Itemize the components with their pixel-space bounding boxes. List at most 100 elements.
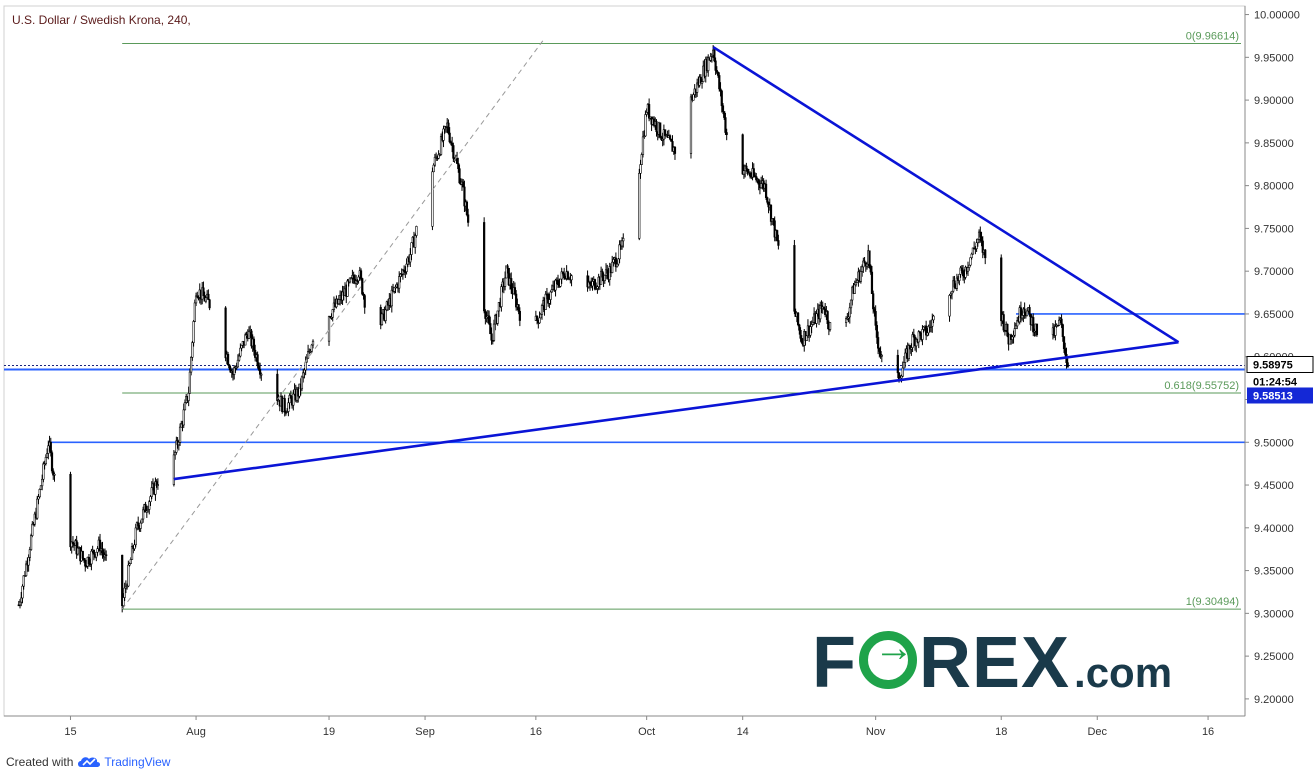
candle-body bbox=[664, 129, 667, 136]
candle-body bbox=[510, 278, 513, 289]
candle-body bbox=[617, 258, 620, 265]
candle-body bbox=[793, 245, 796, 312]
candle-body bbox=[848, 307, 851, 318]
candle-body bbox=[764, 183, 768, 198]
candle-body bbox=[593, 279, 597, 290]
candle-body bbox=[1011, 336, 1014, 340]
candle-body bbox=[451, 142, 454, 146]
x-tick-label: 15 bbox=[64, 726, 76, 738]
candle-body bbox=[442, 128, 445, 141]
candle-body bbox=[36, 498, 39, 519]
candle-body bbox=[496, 310, 499, 324]
candle-body bbox=[606, 269, 609, 274]
candle-body bbox=[622, 238, 625, 242]
candle-body bbox=[191, 342, 194, 358]
candle-body bbox=[638, 173, 641, 239]
tradingview-link[interactable]: TradingView bbox=[77, 755, 170, 769]
x-tick-label: Oct bbox=[638, 726, 655, 738]
candle-body bbox=[500, 286, 503, 307]
x-tick-label: Aug bbox=[186, 726, 206, 738]
candle-body bbox=[226, 354, 230, 366]
candle-body bbox=[540, 305, 544, 315]
candle-body bbox=[432, 164, 435, 173]
candle-body bbox=[292, 393, 295, 406]
fib-level-label: 0.618(9.55752) bbox=[1164, 380, 1239, 392]
candle-body bbox=[238, 355, 241, 361]
trendline-lower bbox=[173, 340, 1179, 481]
candle-body bbox=[912, 334, 915, 338]
candle-body bbox=[611, 261, 614, 273]
candle-body bbox=[869, 265, 872, 273]
candle-body bbox=[766, 197, 769, 203]
candle-body bbox=[239, 347, 242, 357]
candle-body bbox=[302, 372, 305, 378]
candle-body bbox=[240, 345, 243, 349]
candle-body bbox=[757, 179, 760, 185]
candle-body bbox=[853, 284, 856, 294]
candle-body bbox=[776, 230, 779, 241]
candle-body bbox=[252, 338, 256, 351]
candle-body bbox=[798, 324, 801, 331]
candle-body bbox=[518, 310, 521, 321]
candle-body bbox=[69, 473, 72, 548]
candle-body bbox=[921, 329, 924, 340]
candle-body bbox=[38, 489, 41, 498]
candle-body bbox=[926, 332, 929, 336]
candle-body bbox=[39, 485, 43, 490]
candle-body bbox=[745, 165, 748, 170]
candle-body bbox=[204, 297, 208, 302]
candle-body bbox=[1061, 324, 1064, 337]
candle-body bbox=[975, 242, 978, 249]
candle-body bbox=[513, 287, 517, 295]
candle-body bbox=[644, 114, 647, 137]
x-tick-label: Nov bbox=[866, 726, 886, 738]
candle-body bbox=[415, 226, 418, 236]
candle-body bbox=[1000, 257, 1003, 322]
candle-body bbox=[190, 356, 193, 373]
candle-body bbox=[659, 122, 662, 138]
candle-body bbox=[517, 304, 520, 312]
candle-body bbox=[742, 170, 746, 175]
candle-body bbox=[127, 564, 130, 587]
candle-body bbox=[398, 276, 401, 289]
candle-body bbox=[668, 135, 672, 140]
candle-body bbox=[134, 527, 137, 546]
candle-body bbox=[799, 329, 802, 339]
candle-body bbox=[258, 369, 262, 375]
candle-body bbox=[276, 373, 279, 401]
candle-body bbox=[45, 453, 49, 458]
candle-body bbox=[931, 319, 934, 327]
forex-logo: F REX .com bbox=[812, 626, 1172, 699]
x-tick-label: 18 bbox=[995, 726, 1007, 738]
chart-title: U.S. Dollar / Swedish Krona, 240, bbox=[12, 13, 191, 27]
candle-body bbox=[1014, 325, 1018, 329]
candle-body bbox=[447, 122, 450, 134]
candle-body bbox=[139, 522, 142, 529]
candle-body bbox=[458, 168, 461, 184]
candle-body bbox=[346, 280, 349, 297]
fib-dashed-diagonal bbox=[121, 39, 544, 610]
x-tick-label: 16 bbox=[1202, 726, 1214, 738]
candle-body bbox=[283, 398, 286, 413]
candle-body bbox=[796, 312, 800, 326]
candle-body bbox=[713, 49, 716, 62]
candle-body bbox=[405, 263, 408, 272]
candle-body bbox=[300, 376, 304, 390]
candle-body bbox=[1060, 318, 1063, 325]
candle-body bbox=[966, 267, 970, 272]
y-tick-label: 9.70000 bbox=[1254, 266, 1294, 278]
candle-body bbox=[42, 463, 45, 480]
candle-body bbox=[741, 134, 744, 175]
candle-body bbox=[29, 535, 33, 551]
candle-body bbox=[752, 168, 755, 177]
candle-body bbox=[1054, 326, 1057, 336]
candle-body bbox=[563, 273, 566, 279]
candle-body bbox=[123, 587, 126, 598]
candle-body bbox=[902, 362, 906, 369]
candle-body bbox=[655, 121, 658, 133]
y-tick-label: 9.50000 bbox=[1254, 437, 1294, 449]
candle-body bbox=[410, 242, 413, 255]
candle-body bbox=[187, 392, 190, 401]
candle-body bbox=[670, 138, 673, 142]
candle-body bbox=[244, 334, 247, 346]
